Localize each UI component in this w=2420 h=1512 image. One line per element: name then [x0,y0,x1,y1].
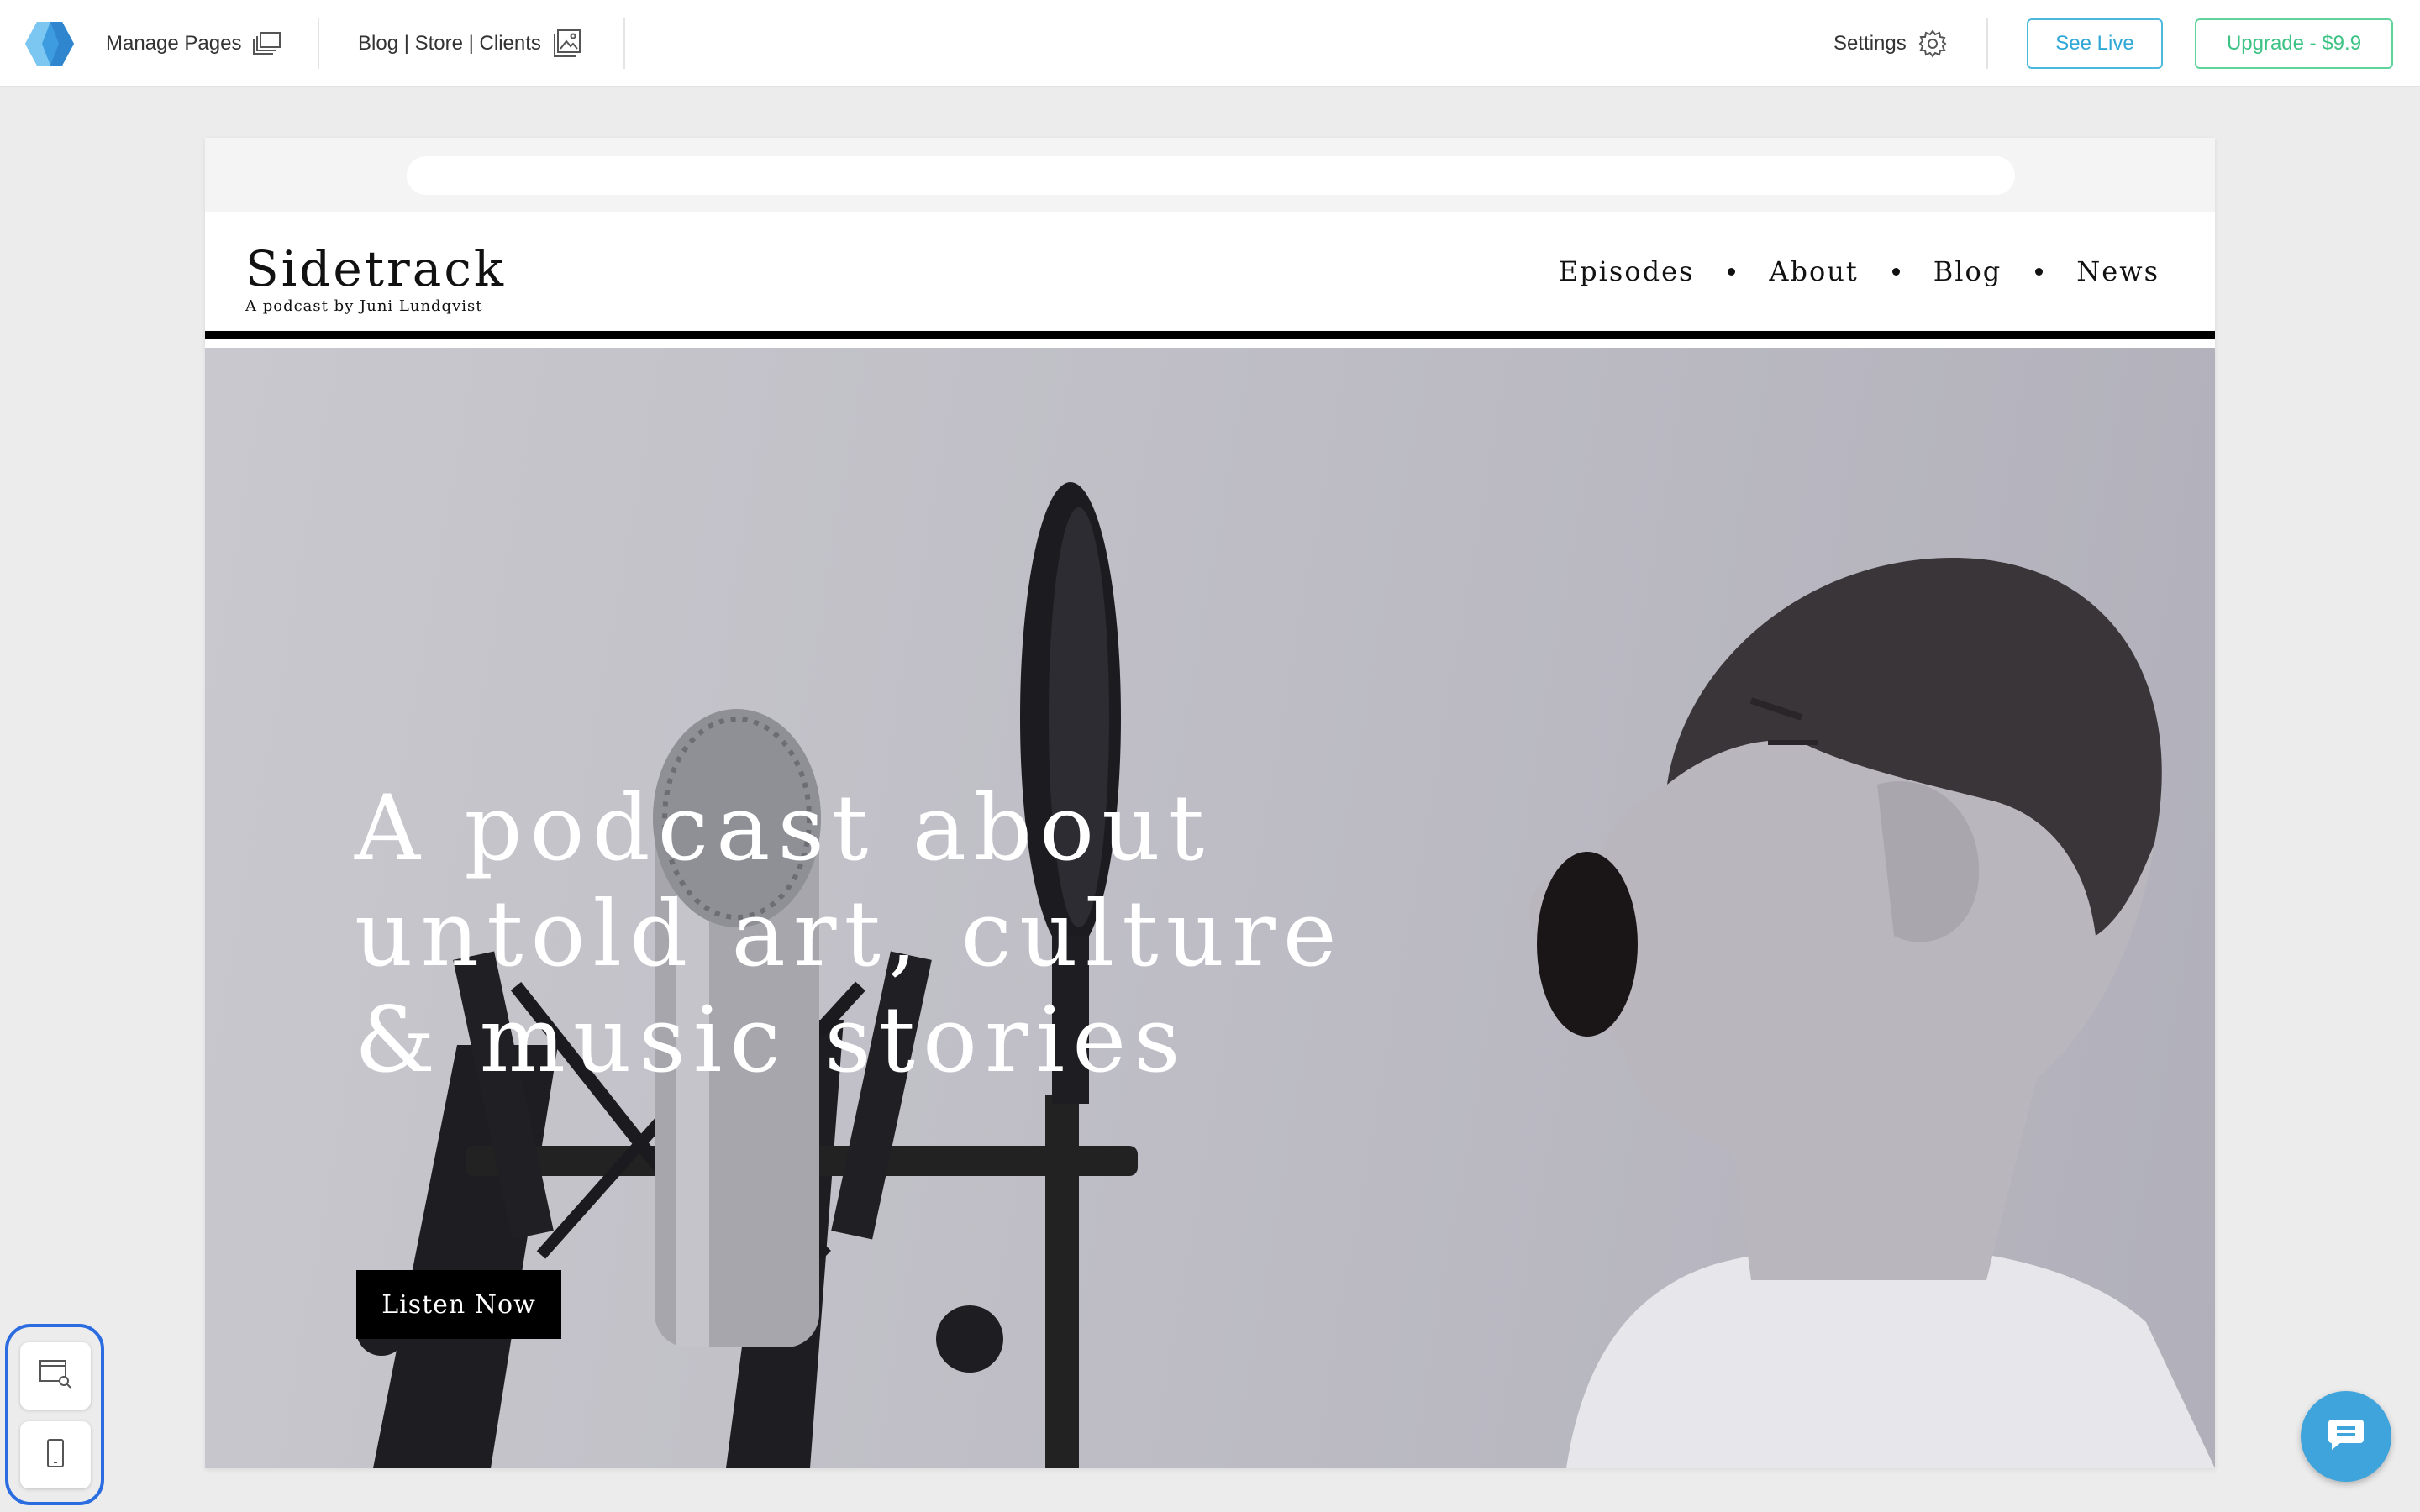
pages-stack-icon [253,31,281,56]
hero-line-2: untold art, culture [355,882,1344,987]
upgrade-button[interactable]: Upgrade - $9.9 [2195,18,2393,69]
boy-illustration [1529,558,2215,1468]
editor-toolbar: Manage Pages Blog | Store | Clients Sett… [0,0,2420,87]
nav-separator-dot [2035,267,2044,276]
nav-separator-dot [1891,267,1900,276]
site-header: Sidetrack A podcast by Juni Lundqvist Ep… [205,212,2215,339]
settings-label: Settings [1833,32,1907,55]
desktop-search-icon [39,1359,72,1394]
nav-item-blog[interactable]: Blog [1933,255,2002,287]
hero-heading: A podcast about untold art, culture & mu… [355,776,1363,1094]
hero-section: A podcast about untold art, culture & mu… [205,348,2215,1468]
mobile-phone-icon [45,1438,66,1473]
app-logo-icon[interactable] [25,22,74,66]
nav-separator-dot [1728,267,1736,276]
desktop-view-button[interactable] [20,1342,91,1410]
address-bar [407,156,2015,195]
gear-icon [1918,29,1947,58]
listen-now-button[interactable]: Listen Now [356,1270,561,1339]
site-title: Sidetrack [245,240,506,297]
site-nav: Episodes About Blog News [1559,255,2160,287]
manage-pages-label: Manage Pages [106,32,242,55]
blog-store-clients-button[interactable]: Blog | Store | Clients [358,0,581,87]
see-live-button[interactable]: See Live [2027,18,2163,69]
toolbar-divider [1986,18,1988,69]
chat-bubble-icon [2327,1418,2365,1456]
nav-item-about[interactable]: About [1769,255,1858,287]
site-preview-frame: Sidetrack A podcast by Juni Lundqvist Ep… [205,138,2215,1468]
nav-item-episodes[interactable]: Episodes [1559,255,1695,287]
image-gallery-icon [553,29,581,58]
settings-button[interactable]: Settings [1833,0,1947,87]
toolbar-divider [623,18,625,69]
chat-button[interactable] [2301,1391,2391,1482]
toolbar-divider [318,18,319,69]
nav-item-news[interactable]: News [2076,255,2160,287]
manage-pages-button[interactable]: Manage Pages [106,0,281,87]
hero-line-1: A podcast about [355,776,1213,881]
site-subtitle: A podcast by Juni Lundqvist [245,297,483,315]
blog-store-clients-label: Blog | Store | Clients [358,32,541,55]
browser-chrome [205,138,2215,212]
hero-line-3: & music stories [355,988,1188,1093]
site-brand[interactable]: Sidetrack A podcast by Juni Lundqvist [245,242,506,315]
mobile-view-button[interactable] [20,1421,91,1488]
view-toggle-group [5,1324,104,1505]
